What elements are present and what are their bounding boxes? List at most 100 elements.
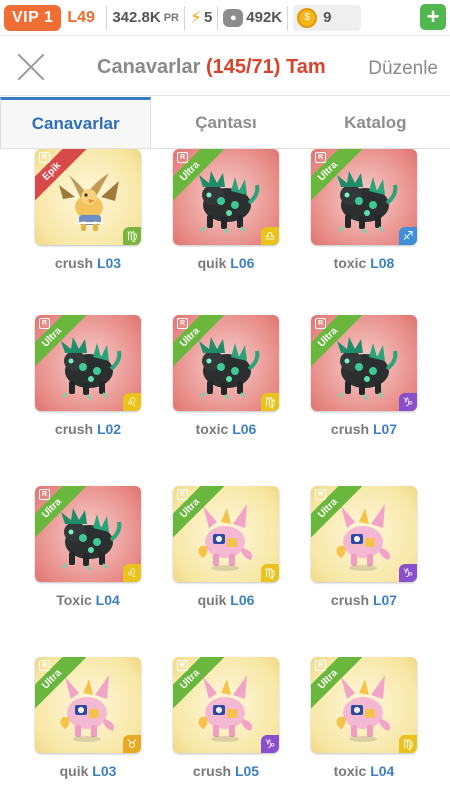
edit-button[interactable]: Düzenle xyxy=(368,58,438,80)
monster-name: Toxic xyxy=(56,592,92,608)
dark-beast-image xyxy=(197,169,260,235)
monster-portrait[interactable]: R Ultra ♑ xyxy=(173,657,279,753)
monster-level: L02 xyxy=(96,421,122,437)
monster-portrait[interactable]: R Ultra ♑ xyxy=(311,486,417,582)
dark-beast-image xyxy=(59,506,122,572)
rarity-r-badge: R xyxy=(177,152,188,163)
player-level: L49 xyxy=(67,8,95,26)
tab-catalog[interactable]: Katalog xyxy=(301,97,450,148)
zodiac-icon: ♐ xyxy=(399,227,417,245)
pink-dragon-image xyxy=(336,675,390,742)
monster-portrait[interactable]: R Ultra ♌ xyxy=(35,315,141,411)
energy-stat[interactable]: ⚡ 5 xyxy=(190,8,212,28)
zodiac-icon: ♉ xyxy=(123,735,141,753)
rarity-r-badge: R xyxy=(177,318,188,329)
divider xyxy=(184,5,185,30)
zodiac-icon: ♍ xyxy=(399,735,417,753)
vip-badge[interactable]: VIP 1 xyxy=(4,4,62,31)
monster-level: L05 xyxy=(234,763,260,779)
rarity-r-badge: R xyxy=(39,152,50,163)
monster-level: L04 xyxy=(95,592,120,608)
energy-value: 5 xyxy=(203,9,213,26)
monster-level: L04 xyxy=(370,763,395,779)
dark-beast-image xyxy=(197,335,260,401)
monster-label: toxic L04 xyxy=(291,763,437,779)
monster-label: toxic L08 xyxy=(291,255,437,271)
tab-bar: Canavarlar Çantası Katalog xyxy=(0,97,450,149)
add-currency-button[interactable]: + xyxy=(420,4,446,30)
power-value: 342.8K xyxy=(112,9,161,26)
rarity-r-badge: R xyxy=(39,489,50,500)
monster-level: L08 xyxy=(370,255,395,271)
rarity-r-badge: R xyxy=(39,660,50,671)
zodiac-icon: ♍ xyxy=(261,564,279,582)
monster-label: crush L05 xyxy=(153,763,299,779)
zodiac-icon: ♍ xyxy=(261,393,279,411)
monster-portrait[interactable]: R Ultra ♍ xyxy=(311,657,417,753)
monster-label: crush L07 xyxy=(291,592,437,608)
rarity-r-badge: R xyxy=(315,152,326,163)
monster-portrait[interactable]: R Ultra ♌ xyxy=(35,486,141,582)
pink-dragon-image xyxy=(60,675,114,742)
monster-label: crush L07 xyxy=(291,421,437,437)
monster-label: crush L02 xyxy=(15,421,161,437)
monster-name: quik xyxy=(197,255,227,271)
zodiac-icon: ♎ xyxy=(261,227,279,245)
dark-beast-image xyxy=(335,335,398,401)
monster-name: toxic xyxy=(195,421,229,437)
monster-portrait[interactable]: R Ultra ♉ xyxy=(35,657,141,753)
monster-portrait[interactable]: R Ultra ♑ xyxy=(311,315,417,411)
lightning-icon: ⚡ xyxy=(190,7,202,27)
monster-grid: R Epik ♍ crush L03 R Ultra ♎ quik L06 R Ultra ♐ tox… xyxy=(0,149,450,800)
monster-portrait[interactable]: R Ultra ♍ xyxy=(173,315,279,411)
monster-label: quik L06 xyxy=(153,255,299,271)
divider xyxy=(106,5,108,30)
monster-portrait[interactable]: R Ultra ♐ xyxy=(311,149,417,245)
monster-level: L06 xyxy=(230,255,255,271)
monster-level: L03 xyxy=(96,255,122,271)
rarity-r-badge: R xyxy=(39,318,50,329)
rarity-r-badge: R xyxy=(177,489,188,500)
page-title: Canavarlar (145/71) Tam xyxy=(97,56,326,79)
rarity-r-badge: R xyxy=(315,660,326,671)
full-label: Tam xyxy=(286,56,326,78)
monster-portrait[interactable]: R Ultra ♍ xyxy=(173,486,279,582)
monster-level: L06 xyxy=(232,421,257,437)
zodiac-icon: ♍ xyxy=(123,227,141,245)
monster-portrait[interactable]: R Ultra ♎ xyxy=(173,149,279,245)
zodiac-icon: ♑ xyxy=(399,393,417,411)
pink-dragon-image xyxy=(198,504,252,571)
gold-stat[interactable]: $ 9 xyxy=(293,4,362,31)
tab-monsters[interactable]: Canavarlar xyxy=(0,97,152,148)
monster-name: crush xyxy=(192,763,232,779)
monster-count: (145/71) xyxy=(205,56,281,78)
close-icon[interactable] xyxy=(16,52,46,82)
rarity-r-badge: R xyxy=(315,489,326,500)
page-header: Canavarlar (145/71) Tam Düzenle xyxy=(0,36,450,96)
food-value: 492K xyxy=(246,9,283,26)
monster-name: crush xyxy=(330,421,370,437)
golden-griffin-image xyxy=(58,172,120,232)
dark-beast-image xyxy=(59,335,122,401)
monster-name: crush xyxy=(330,592,370,608)
zodiac-icon: ♑ xyxy=(399,564,417,582)
monster-name: toxic xyxy=(333,763,367,779)
monster-name: quik xyxy=(197,592,227,608)
paw-icon: ● xyxy=(223,8,244,27)
status-bar: VIP 1 L49 342.8K PR ⚡ 5 ● 492K $ 9 + xyxy=(0,0,450,36)
monster-label: toxic L06 xyxy=(153,421,299,437)
tab-bag[interactable]: Çantası xyxy=(151,97,300,148)
monster-label: quik L06 xyxy=(153,592,299,608)
coin-icon: $ xyxy=(297,7,318,28)
divider xyxy=(217,5,219,30)
zodiac-icon: ♌ xyxy=(123,564,141,582)
divider xyxy=(287,5,289,30)
monster-portrait[interactable]: R Epik ♍ xyxy=(35,149,141,245)
dark-beast-image xyxy=(335,169,398,235)
monster-level: L03 xyxy=(92,763,117,779)
pink-dragon-image xyxy=(336,504,390,571)
zodiac-icon: ♌ xyxy=(123,393,141,411)
monster-name: toxic xyxy=(333,255,367,271)
food-stat[interactable]: ● 492K xyxy=(223,8,283,27)
monster-label: quik L03 xyxy=(15,763,161,779)
